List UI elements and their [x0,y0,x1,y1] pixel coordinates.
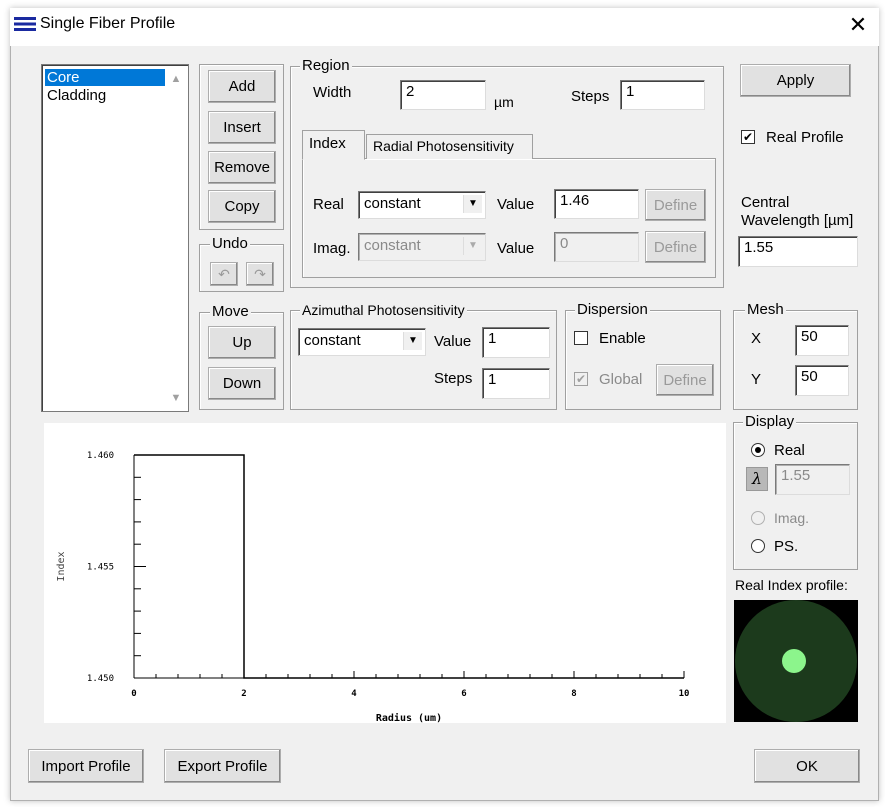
move-group-title: Move [210,303,251,320]
index-profile-label: Real Index profile: [735,577,848,593]
index-profile-preview [734,600,858,722]
tab-radial-photosensitivity[interactable]: Radial Photosensitivity [366,134,533,159]
central-wavelength-label: Central [741,194,790,211]
azimuthal-select[interactable]: constant ▼ [298,328,426,356]
mesh-y-field[interactable]: 50 [795,365,849,396]
chevron-down-icon: ▼ [463,195,482,213]
azimuthal-steps-label: Steps [434,370,473,387]
width-unit: µm [494,94,514,110]
list-item[interactable]: Cladding [45,87,165,104]
width-label: Width [313,84,352,101]
real-value-label: Value [497,196,535,213]
dispersion-global-checkbox[interactable]: ✔ [574,372,588,386]
move-down-button[interactable]: Down [208,367,276,400]
list-item[interactable]: Core [45,69,165,86]
imag-value-label: Value [497,240,535,257]
apply-button[interactable]: Apply [740,64,851,97]
dispersion-group-title: Dispersion [575,301,650,318]
x-tick-label: 10 [679,689,690,699]
import-profile-button[interactable]: Import Profile [28,749,144,783]
real-index-select-value: constant [364,195,421,212]
x-tick-label: 6 [461,689,466,699]
add-button[interactable]: Add [208,70,276,103]
real-define-button[interactable]: Define [645,189,706,221]
region-group-title: Region [300,57,352,74]
undo-icon[interactable]: ↶ [210,262,238,286]
dispersion-global-label: Global [599,371,643,388]
chevron-down-icon: ▼ [463,237,482,255]
scroll-down-arrow-icon[interactable]: ▼ [168,390,184,406]
tab-index[interactable]: Index [302,130,365,160]
close-icon[interactable]: ✕ [846,12,870,38]
lambda-icon[interactable]: λ [746,467,768,491]
layer-list[interactable]: Core Cladding ▲ ▼ [41,64,189,412]
real-label: Real [313,196,344,213]
real-value-field[interactable]: 1.46 [554,189,639,219]
central-wavelength-label-line2: Wavelength [µm] [741,212,854,229]
dispersion-enable-checkbox[interactable] [574,331,588,345]
width-field[interactable]: 2 [400,80,486,110]
imag-value-field[interactable]: 0 [554,232,639,262]
dispersion-enable-label: Enable [599,330,646,347]
x-axis-label: Radius (um) [376,712,442,723]
display-group-title: Display [743,413,797,430]
y-tick-label: 1.460 [87,451,114,461]
real-profile-checkbox[interactable]: ✔ [741,130,755,144]
app-icon [14,16,36,32]
core-circle [782,649,806,673]
imag-index-select-value: constant [364,237,421,254]
chart-svg: 0 2 4 6 8 10 1.450 1.455 1.460 Radius (um) Index [56,451,690,724]
steps-field[interactable]: 1 [620,80,705,110]
imag-index-select[interactable]: constant ▼ [358,233,486,261]
azimuthal-value-field[interactable]: 1 [482,327,550,358]
window-title: Single Fiber Profile [40,15,176,32]
undo-group-title: Undo [210,235,250,252]
display-imag-label: Imag. [774,510,810,526]
insert-button[interactable]: Insert [208,111,276,144]
y-axis-label: Index [56,551,67,581]
mesh-x-label: X [751,330,762,347]
azimuthal-value-label: Value [434,333,472,350]
display-imag-radio[interactable] [751,511,765,525]
export-profile-button[interactable]: Export Profile [164,749,281,783]
redo-icon[interactable]: ↷ [246,262,274,286]
mesh-x-field[interactable]: 50 [795,325,849,356]
remove-button[interactable]: Remove [208,151,276,184]
x-tick-label: 0 [131,689,136,699]
x-tick-label: 2 [241,689,246,699]
x-tick-label: 4 [351,689,357,699]
mesh-y-label: Y [751,371,762,388]
x-tick-label: 8 [571,689,576,699]
scroll-up-arrow-icon[interactable]: ▲ [168,71,184,87]
display-real-label: Real [774,442,805,459]
display-lambda-field[interactable]: 1.55 [775,464,850,495]
copy-button[interactable]: Copy [208,190,276,223]
real-profile-label: Real Profile [766,129,844,146]
move-up-button[interactable]: Up [208,326,276,359]
index-profile-chart: 0 2 4 6 8 10 1.450 1.455 1.460 Radius (um) Index [44,423,726,724]
azimuthal-steps-field[interactable]: 1 [482,368,550,399]
central-wavelength-field[interactable]: 1.55 [738,236,858,267]
steps-label: Steps [571,88,610,105]
mesh-group-title: Mesh [745,301,786,318]
imag-label: Imag. [313,240,351,257]
display-ps-radio[interactable] [751,539,765,553]
index-profile-line [134,454,684,679]
display-real-radio[interactable] [751,443,765,457]
azimuthal-select-value: constant [304,332,361,349]
dispersion-define-button[interactable]: Define [656,364,714,396]
y-tick-label: 1.450 [87,674,114,684]
chevron-down-icon: ▼ [403,332,422,350]
y-tick-label: 1.455 [87,563,114,573]
real-index-select[interactable]: constant ▼ [358,191,486,219]
ok-button[interactable]: OK [754,749,860,783]
imag-define-button[interactable]: Define [645,231,706,263]
display-ps-label: PS. [774,538,799,555]
azimuthal-group-title: Azimuthal Photosensitivity [300,302,467,318]
